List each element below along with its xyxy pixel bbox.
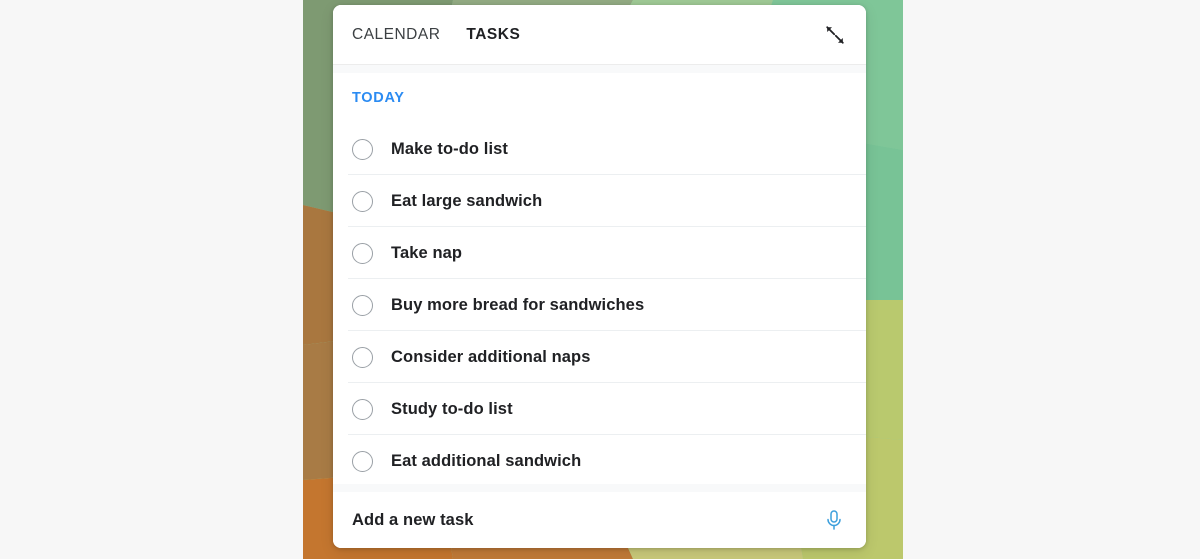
task-title: Eat additional sandwich — [391, 451, 582, 470]
task-checkbox-circle-icon[interactable] — [352, 398, 373, 420]
section-header-today: TODAY — [333, 73, 866, 123]
footer-separator-band — [333, 484, 866, 492]
task-title: Consider additional naps — [391, 347, 591, 366]
task-row[interactable]: Eat large sandwich — [333, 175, 866, 227]
tab-calendar[interactable]: CALENDAR — [352, 26, 440, 44]
card-header: CALENDAR TASKS — [333, 5, 866, 65]
section-separator-band — [333, 65, 866, 73]
task-title: Study to-do list — [391, 399, 513, 418]
section-label-today: TODAY — [352, 90, 405, 106]
expand-diagonal-icon[interactable] — [822, 22, 848, 48]
expand-diagonal-glyph — [826, 25, 844, 44]
task-checkbox-circle-icon[interactable] — [352, 242, 373, 264]
task-row[interactable]: Take nap — [333, 227, 866, 279]
task-title: Eat large sandwich — [391, 191, 543, 210]
task-title: Buy more bread for sandwiches — [391, 295, 645, 314]
task-checkbox-circle-icon[interactable] — [352, 346, 373, 368]
add-task-input[interactable]: Add a new task — [352, 511, 474, 530]
microphone-icon[interactable] — [820, 506, 848, 534]
add-task-bar: Add a new task — [333, 492, 866, 548]
task-title: Take nap — [391, 243, 463, 262]
task-row[interactable]: Study to-do list — [333, 383, 866, 435]
task-title: Make to-do list — [391, 139, 509, 158]
task-checkbox-circle-icon[interactable] — [352, 294, 373, 316]
task-row[interactable]: Eat additional sandwich — [333, 435, 866, 484]
task-row[interactable]: Buy more bread for sandwiches — [333, 279, 866, 331]
microphone-glyph — [827, 510, 841, 530]
task-checkbox-circle-icon[interactable] — [352, 450, 373, 472]
task-list: Make to-do list Eat large sandwich Take … — [333, 123, 866, 484]
task-row[interactable]: Make to-do list — [333, 123, 866, 175]
task-checkbox-circle-icon[interactable] — [352, 190, 373, 212]
task-row[interactable]: Consider additional naps — [333, 331, 866, 383]
tasks-card: CALENDAR TASKS TODAY Make to-do list Eat — [333, 5, 866, 548]
tab-tasks[interactable]: TASKS — [466, 26, 520, 44]
task-checkbox-circle-icon[interactable] — [352, 138, 373, 160]
